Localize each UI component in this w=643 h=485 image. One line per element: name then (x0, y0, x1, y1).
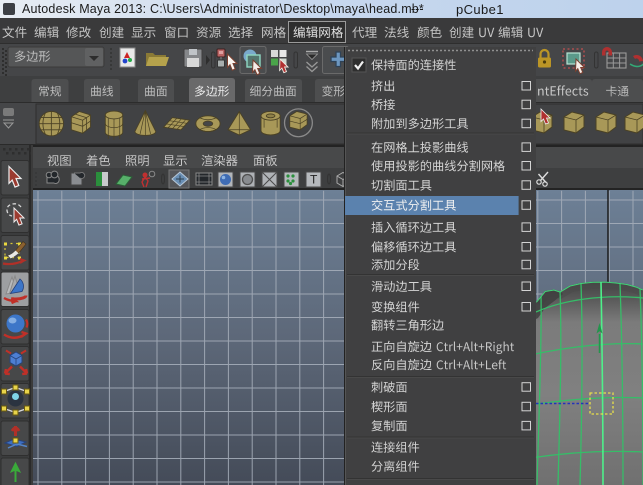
svg-text:T: T (310, 173, 318, 187)
